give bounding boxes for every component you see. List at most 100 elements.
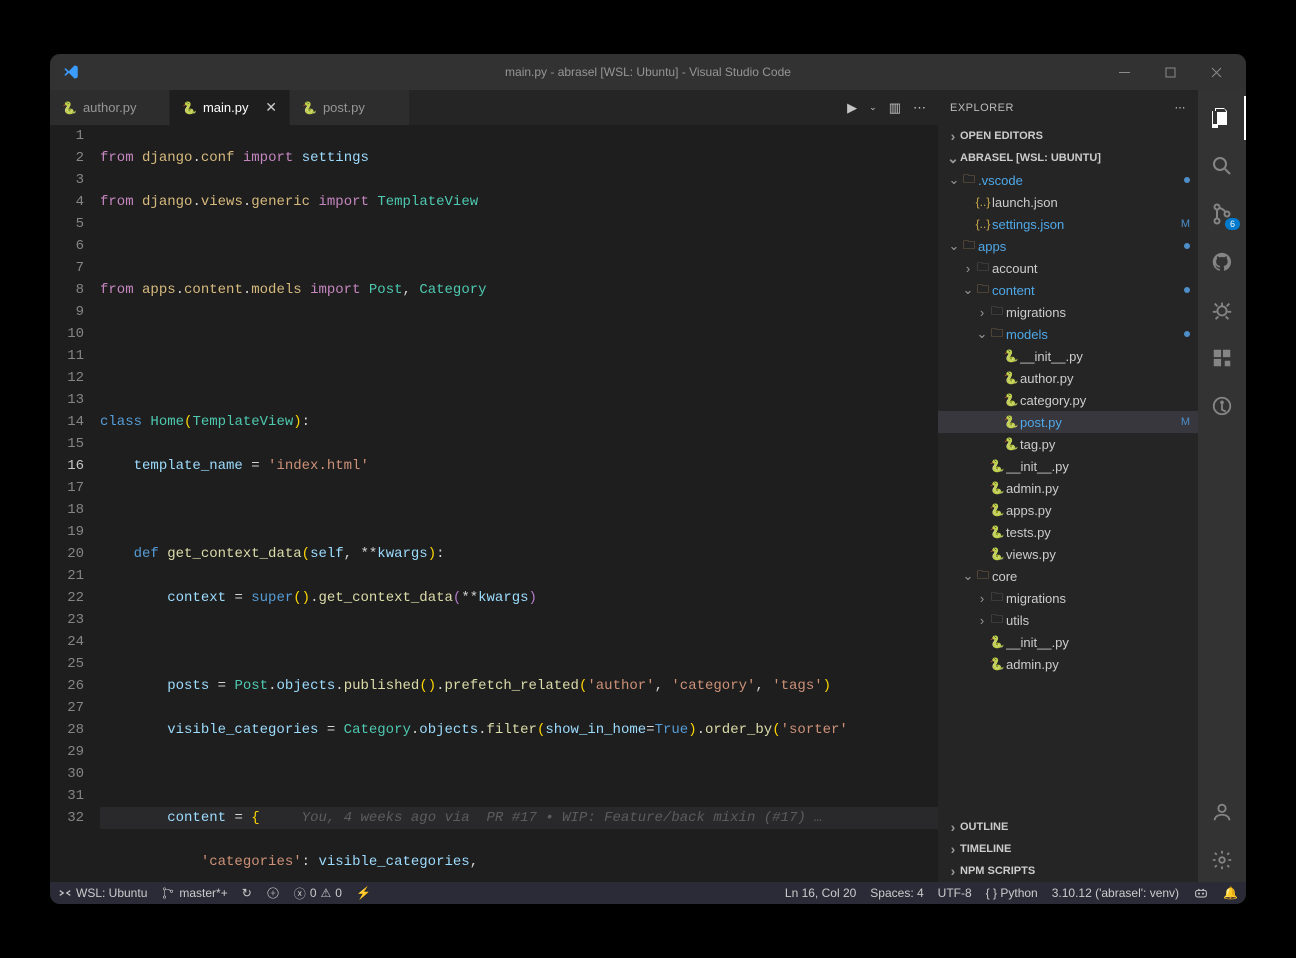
tree-item[interactable]: 🐍category.py [938,389,1198,411]
chevron-down-icon: ⌄ [946,150,960,167]
github-icon[interactable] [1198,240,1246,284]
language-mode[interactable]: { } Python [986,886,1038,900]
tree-item-label: utils [1006,613,1190,628]
tree-item-label: __init__.py [1006,459,1190,474]
tree-item[interactable]: ›🗀migrations [938,301,1198,323]
tree-item[interactable]: 🐍__init__.py [938,345,1198,367]
tree-item[interactable]: ⌄🗀content [938,279,1198,301]
debug-icon[interactable] [1198,288,1246,332]
explorer-icon[interactable] [1198,96,1246,140]
minimize-button[interactable] [1102,54,1146,90]
tree-item[interactable]: ›🗀account [938,257,1198,279]
tree-item[interactable]: {..}launch.json [938,191,1198,213]
section-npm-scripts[interactable]: › NPM SCRIPTS [938,860,1198,882]
search-icon[interactable] [1198,144,1246,188]
tree-item[interactable]: 🐍post.pyM [938,411,1198,433]
debug-icon[interactable]: ⚡ [356,886,371,900]
tree-item[interactable]: ⌄🗀core [938,565,1198,587]
more-actions-button[interactable]: ⋯ [913,100,926,116]
tree-item[interactable]: 🐍__init__.py [938,631,1198,653]
git-branch[interactable]: master*+ [161,886,227,900]
tree-item[interactable]: ⌄🗀models [938,323,1198,345]
git-blame-annotation: You, 4 weeks ago via PR #17 • WIP: Featu… [302,810,823,826]
warning-icon: ⚠ [321,886,332,900]
tree-item[interactable]: ›🗀migrations [938,587,1198,609]
tree-item-label: .vscode [978,173,1184,188]
tree-item-label: __init__.py [1020,349,1190,364]
chevron-right-icon: › [946,841,960,857]
encoding[interactable]: UTF-8 [938,886,972,900]
code-editor[interactable]: 1234567891011121314151617181920212223242… [50,125,938,882]
tree-item-label: category.py [1020,393,1190,408]
tab-label: author.py [83,100,137,115]
section-workspace[interactable]: ⌄ ABRASEL [WSL: UBUNTU] [938,147,1198,169]
close-button[interactable] [1194,54,1238,90]
indentation[interactable]: Spaces: 4 [870,886,923,900]
account-icon[interactable] [1198,790,1246,834]
run-button[interactable]: ▶ [847,100,857,116]
git-status: M [1177,218,1190,230]
extensions-icon[interactable] [1198,336,1246,380]
ports-icon[interactable] [266,886,280,900]
tree-item[interactable]: ›🗀utils [938,609,1198,631]
tree-item-label: author.py [1020,371,1190,386]
tree-item-label: launch.json [992,195,1190,210]
code-content[interactable]: from django.conf import settings from dj… [100,125,938,882]
file-tree: ⌄🗀.vscode{..}launch.json{..}settings.jso… [938,169,1198,816]
notifications-icon[interactable]: 🔔 [1223,886,1238,900]
tree-item[interactable]: 🐍apps.py [938,499,1198,521]
python-icon: 🐍 [182,101,197,115]
source-control-icon[interactable]: 6 [1198,192,1246,236]
split-editor-button[interactable]: ▥ [889,100,901,116]
tree-item-label: content [992,283,1184,298]
tree-item[interactable]: ⌄🗀apps [938,235,1198,257]
tree-item-label: models [1006,327,1184,342]
chevron-right-icon: › [946,819,960,835]
tab-main[interactable]: 🐍 main.py ✕ [170,90,290,125]
tree-item-label: admin.py [1006,481,1190,496]
tree-item[interactable]: 🐍views.py [938,543,1198,565]
python-interpreter[interactable]: 3.10.12 ('abrasel': venv) [1052,886,1179,900]
chevron-right-icon: › [946,863,960,879]
python-icon: 🐍 [62,101,77,115]
tab-label: post.py [323,100,365,115]
tree-item[interactable]: 🐍admin.py [938,477,1198,499]
activitybar: 6 [1198,90,1246,882]
section-outline[interactable]: › OUTLINE [938,816,1198,838]
maximize-button[interactable] [1148,54,1192,90]
tree-item[interactable]: 🐍tests.py [938,521,1198,543]
problems[interactable]: ⓧ0 ⚠0 [294,885,342,902]
tree-item-label: core [992,569,1190,584]
run-dropdown[interactable]: ⌄ [869,102,877,113]
line-gutter: 1234567891011121314151617181920212223242… [50,125,100,882]
titlebar: main.py - abrasel [WSL: Ubuntu] - Visual… [50,54,1246,90]
copilot-icon[interactable] [1193,885,1209,901]
cursor-position[interactable]: Ln 16, Col 20 [785,886,856,900]
section-timeline[interactable]: › TIMELINE [938,838,1198,860]
remote-indicator[interactable]: WSL: Ubuntu [58,886,147,900]
more-actions-button[interactable]: ⋯ [1175,101,1187,114]
error-icon: ⓧ [294,885,306,902]
tree-item[interactable]: 🐍tag.py [938,433,1198,455]
tree-item-label: post.py [1020,415,1177,430]
sync-icon[interactable]: ↻ [242,886,252,900]
tab-author[interactable]: 🐍 author.py [50,90,170,125]
tree-item-label: __init__.py [1006,635,1190,650]
tabs: 🐍 author.py 🐍 main.py ✕ 🐍 post.py ▶ ⌄ ▥ [50,90,938,125]
tree-item[interactable]: {..}settings.jsonM [938,213,1198,235]
tree-item-label: apps [978,239,1184,254]
tree-item[interactable]: 🐍admin.py [938,653,1198,675]
tab-post[interactable]: 🐍 post.py [290,90,410,125]
tree-item-label: views.py [1006,547,1190,562]
statusbar: WSL: Ubuntu master*+ ↻ ⓧ0 ⚠0 ⚡ Ln 16, Co… [50,882,1246,904]
tree-item-label: admin.py [1006,657,1190,672]
tree-item[interactable]: 🐍author.py [938,367,1198,389]
tree-item[interactable]: ⌄🗀.vscode [938,169,1198,191]
settings-icon[interactable] [1198,838,1246,882]
tree-item[interactable]: 🐍__init__.py [938,455,1198,477]
close-icon[interactable]: ✕ [265,99,277,116]
gitlens-icon[interactable] [1198,384,1246,428]
modified-dot [1184,243,1190,249]
section-open-editors[interactable]: › OPEN EDITORS [938,125,1198,147]
scm-badge: 6 [1225,218,1240,230]
